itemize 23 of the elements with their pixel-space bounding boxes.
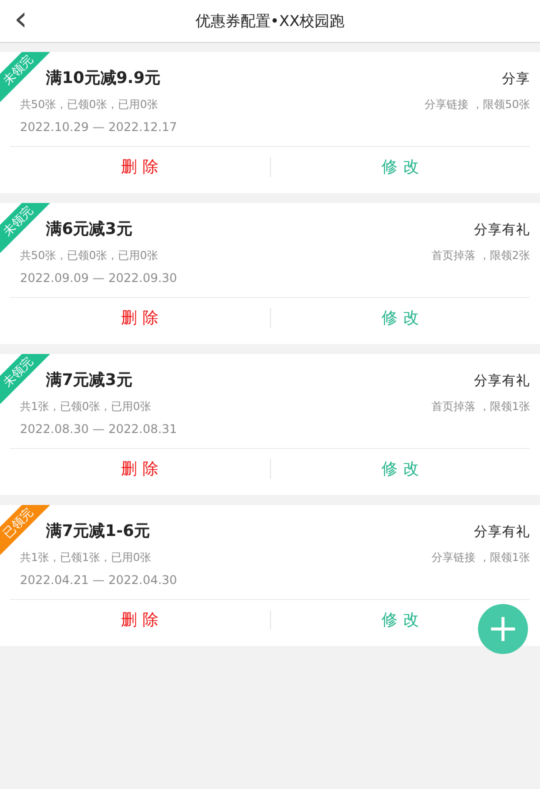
coupon-type: 分享有礼 [474, 522, 530, 540]
delete-button[interactable]: 删 除 [10, 600, 270, 640]
edit-button[interactable]: 修 改 [270, 298, 530, 338]
coupon-rule: 分享链接 ，限领1张 [432, 550, 530, 565]
coupon-type: 分享 [502, 70, 530, 88]
page-title: 优惠券配置•XX校园跑 [195, 12, 345, 30]
coupon-dates: 2022.04.21 — 2022.04.30 [20, 573, 178, 587]
edit-button[interactable]: 修 改 [270, 147, 530, 187]
delete-button[interactable]: 删 除 [10, 147, 270, 187]
coupon-type: 分享有礼 [474, 220, 530, 238]
coupon-type: 分享有礼 [474, 372, 530, 390]
coupon-rule: 首页掉落 ，限领2张 [432, 248, 530, 263]
plus-icon [489, 615, 517, 643]
coupon-rule: 分享链接 ，限领50张 [424, 97, 530, 112]
coupon-dates: 2022.08.30 — 2022.08.31 [20, 422, 178, 436]
delete-button[interactable]: 删 除 [10, 449, 270, 489]
back-button[interactable]: ‹ [10, 4, 32, 34]
delete-button[interactable]: 删 除 [10, 298, 270, 338]
edit-button[interactable]: 修 改 [270, 449, 530, 489]
coupon-dates: 2022.10.29 — 2022.12.17 [20, 120, 178, 134]
coupon-dates: 2022.09.09 — 2022.09.30 [20, 271, 178, 285]
coupon-rule: 首页掉落 ，限领1张 [432, 399, 530, 414]
edit-button[interactable]: 修 改 [270, 600, 530, 640]
